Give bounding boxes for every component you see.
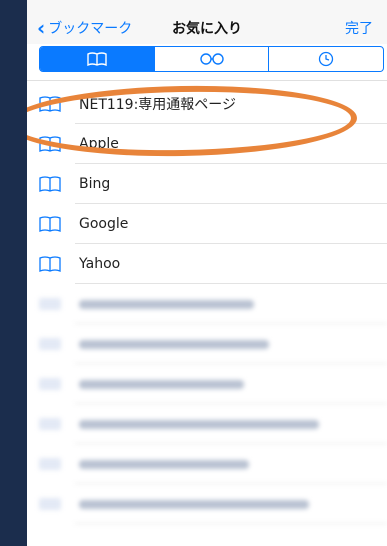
favorite-label: NET119:専用通報ページ [79,97,237,113]
list-item[interactable] [27,404,387,444]
obscured-label [79,339,269,349]
list-item[interactable] [27,364,387,404]
favorite-item-net119[interactable]: NET119:専用通報ページ [27,84,387,124]
book-icon [39,378,61,390]
favorite-item-apple[interactable]: Apple [27,124,387,164]
book-icon [39,96,61,112]
navigation-bar: ‹ ブックマーク お気に入り 完了 [27,0,387,44]
favorites-panel: ‹ ブックマーク お気に入り 完了 NET119:専用通報ページ Apple B… [27,0,387,546]
book-icon [39,136,61,152]
obscured-bookmarks [27,284,387,524]
divider [27,80,387,81]
book-icon [39,176,61,192]
favorite-label: Yahoo [79,256,121,272]
tab-reading-list[interactable] [155,47,270,71]
list-item[interactable] [27,444,387,484]
segmented-control [39,46,384,72]
book-icon [39,498,61,510]
tab-history[interactable] [269,47,383,71]
page-title: お気に入り [172,21,242,37]
obscured-label [79,379,244,389]
obscured-label [79,299,254,309]
book-icon [39,298,61,310]
tab-bookmarks[interactable] [40,47,155,71]
favorites-list: NET119:専用通報ページ Apple Bing Google Yahoo [27,84,387,524]
book-icon [39,458,61,470]
obscured-label [79,419,319,429]
favorite-label: Bing [79,176,111,192]
favorite-label: Apple [79,136,119,152]
bookmarks-icon [87,52,107,66]
list-item[interactable] [27,324,387,364]
favorite-label: Google [79,216,129,232]
favorite-item-bing[interactable]: Bing [27,164,387,204]
obscured-label [79,459,249,469]
history-icon [319,51,334,67]
favorite-item-yahoo[interactable]: Yahoo [27,244,387,284]
list-item[interactable] [27,284,387,324]
favorite-item-google[interactable]: Google [27,204,387,244]
book-icon [39,338,61,350]
reading-list-icon [199,53,224,65]
book-icon [39,216,61,232]
done-button[interactable]: 完了 [345,18,373,38]
list-item[interactable] [27,484,387,524]
book-icon [39,418,61,430]
obscured-label [79,499,309,509]
book-icon [39,256,61,272]
